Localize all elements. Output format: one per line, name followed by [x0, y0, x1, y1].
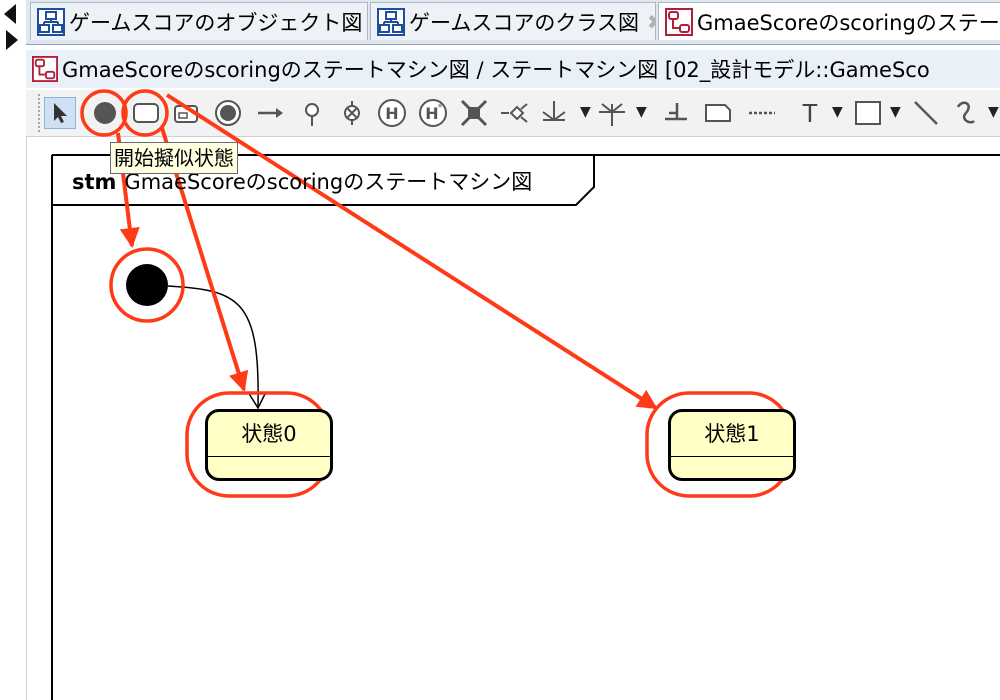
tab-label: GmaeScoreのscoringのステート	[697, 10, 1000, 35]
chevron-down-icon[interactable]: ▼	[580, 104, 591, 120]
curve-tool-button[interactable]	[950, 97, 982, 129]
chevron-down-icon[interactable]: ▼	[890, 104, 901, 120]
shallow-history-tool-button[interactable]: H	[376, 97, 408, 129]
tooltip: 開始擬似状態	[110, 142, 238, 174]
diagram-header: GmaeScoreのscoringのステートマシン図 / ステートマシン図 [0…	[26, 50, 1000, 88]
submachine-state-icon	[174, 105, 198, 123]
note-anchor-icon	[749, 111, 775, 115]
note-anchor-tool-button[interactable]	[746, 97, 778, 129]
state-machine-icon	[32, 56, 58, 82]
final-state-icon	[215, 100, 241, 126]
terminate-icon	[344, 101, 360, 125]
tab-label: ゲームスコアのオブジェクト図	[69, 10, 363, 35]
submachine-state-tool-button[interactable]	[170, 97, 202, 129]
diagram-title: GmaeScoreのscoringのステートマシン図 / ステートマシン図 [0…	[62, 58, 930, 82]
class-diagram-icon	[377, 7, 405, 36]
text-tool-icon: T	[802, 97, 818, 128]
select-tool-icon	[54, 103, 67, 123]
left-panel-strip	[0, 0, 26, 700]
transition-icon	[258, 108, 283, 118]
chevron-down-icon[interactable]: ▼	[832, 104, 843, 120]
select-tool-button[interactable]	[44, 97, 76, 129]
final-state-tool-button[interactable]	[212, 97, 244, 129]
choice-tool-button[interactable]	[498, 97, 530, 129]
svg-text:H: H	[385, 104, 398, 123]
chevron-down-icon[interactable]: ▼	[988, 104, 999, 120]
state-machine-icon	[665, 7, 693, 36]
exit-point-tool-button[interactable]	[596, 97, 628, 129]
rectangle-tool-icon	[855, 101, 881, 125]
transition-tool-button[interactable]	[254, 97, 286, 129]
initial-pseudostate-tool-button[interactable]	[89, 97, 121, 129]
rectangle-tool-button[interactable]	[852, 97, 884, 129]
diagram-canvas[interactable]	[26, 137, 1000, 700]
exit-point-icon	[599, 103, 625, 126]
deep-history-tool-button[interactable]: H *	[417, 97, 449, 129]
chevron-down-icon[interactable]: ▼	[636, 104, 647, 120]
text-tool-button[interactable]: T	[794, 97, 826, 129]
tab-class-diagram[interactable]: ゲームスコアのクラス図 ✖	[370, 2, 656, 40]
state-node[interactable]: 状態0	[205, 409, 333, 481]
junction-tool-button[interactable]	[296, 97, 328, 129]
connection-point-icon	[665, 103, 687, 121]
note-icon	[705, 104, 731, 122]
shallow-history-icon: H	[378, 99, 406, 127]
state-node[interactable]: 状態1	[668, 409, 796, 481]
state-icon	[133, 103, 159, 123]
choice-icon	[501, 103, 528, 123]
editor-tab-bar: ゲームスコアのオブジェクト図 ✖ ゲームスコアのクラス図 ✖ GmaeScore…	[26, 0, 1000, 45]
svg-text:H: H	[425, 104, 438, 123]
deep-history-icon: H *	[419, 99, 447, 127]
entry-point-tool-button[interactable]	[538, 97, 570, 129]
state-tool-button[interactable]	[130, 97, 162, 129]
state-name: 状態1	[671, 412, 793, 457]
class-diagram-icon	[37, 7, 65, 36]
svg-text:*: *	[438, 103, 443, 113]
tab-state-machine-diagram[interactable]: GmaeScoreのscoringのステート	[658, 2, 1000, 40]
scroll-right-arrow-icon[interactable]	[6, 30, 18, 50]
note-tool-button[interactable]	[702, 97, 734, 129]
terminate-tool-button[interactable]	[336, 97, 368, 129]
junction-icon	[305, 103, 319, 126]
curve-tool-icon	[956, 101, 975, 124]
fork-join-icon	[460, 99, 488, 127]
close-icon[interactable]: ✖	[647, 10, 655, 34]
state-name: 状態0	[208, 412, 330, 457]
line-tool-button[interactable]	[910, 97, 942, 129]
fork-join-tool-button[interactable]	[458, 97, 490, 129]
line-tool-icon	[914, 101, 938, 125]
tab-object-diagram[interactable]: ゲームスコアのオブジェクト図 ✖	[30, 2, 368, 40]
connection-point-tool-button[interactable]	[660, 97, 692, 129]
entry-point-icon	[542, 101, 566, 122]
tab-label: ゲームスコアのクラス図	[409, 10, 639, 35]
scroll-left-arrow-icon[interactable]	[4, 4, 16, 24]
diagram-palette-toolbar: H H * ▼ ▼ T ▼ ▼ ▼	[26, 90, 1000, 137]
initial-pseudostate-icon	[94, 102, 116, 124]
